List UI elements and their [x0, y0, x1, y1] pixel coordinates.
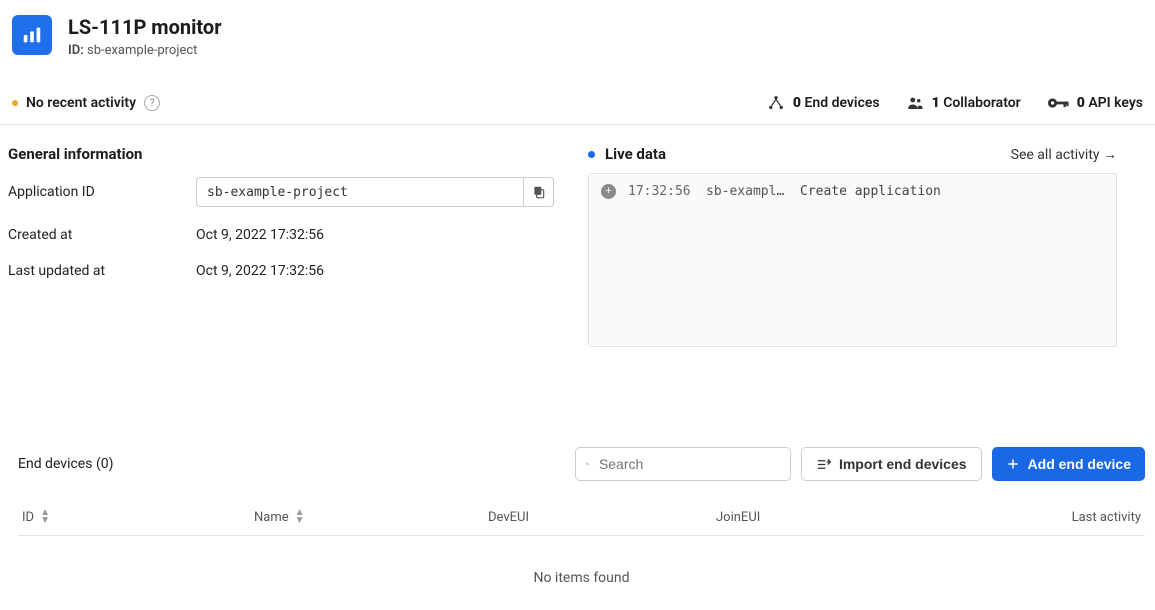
search-icon: [586, 456, 589, 472]
import-icon: [816, 457, 831, 472]
column-name[interactable]: Name ▲▼: [254, 509, 488, 525]
column-deveui[interactable]: DevEUI: [488, 510, 716, 525]
people-icon: [906, 94, 924, 112]
app-id-label: Application ID: [8, 184, 196, 200]
see-all-activity-link[interactable]: See all activity →: [1011, 146, 1117, 163]
app-header: LS-111P monitor ID: sb-example-project: [0, 0, 1155, 66]
general-info-panel: General information Application ID Creat…: [8, 145, 558, 347]
activity-status-text: No recent activity: [26, 95, 136, 111]
end-devices-title: End devices (0): [18, 456, 113, 472]
page-title: LS-111P monitor: [68, 15, 222, 39]
import-devices-button[interactable]: Import end devices: [801, 447, 982, 481]
empty-state-text: No items found: [18, 536, 1145, 586]
sort-icon: ▲▼: [295, 509, 305, 525]
sort-icon: ▲▼: [40, 509, 50, 525]
copy-button[interactable]: [523, 178, 553, 206]
updated-at-label: Last updated at: [8, 263, 196, 279]
live-data-title: Live data: [605, 145, 666, 163]
help-icon[interactable]: ?: [144, 95, 160, 111]
key-icon: [1047, 95, 1069, 111]
column-joineui[interactable]: JoinEUI: [716, 510, 1031, 525]
collaborators-stat[interactable]: 1 Collaborator: [906, 94, 1021, 112]
live-dot-icon: [588, 151, 595, 158]
updated-at-value: Oct 9, 2022 17:32:56: [196, 263, 324, 279]
live-event-row[interactable]: + 17:32:56 sb-example… Create applicatio…: [601, 184, 1104, 199]
devices-table-header: ID ▲▼ Name ▲▼ DevEUI JoinEUI Last activi…: [18, 499, 1145, 536]
search-input-container: [575, 447, 791, 481]
column-id[interactable]: ID ▲▼: [22, 509, 254, 525]
live-data-panel: Live data See all activity → + 17:32:56 …: [588, 145, 1155, 347]
live-data-box: + 17:32:56 sb-example… Create applicatio…: [588, 173, 1117, 347]
status-dot-icon: [12, 100, 18, 106]
app-id-field[interactable]: [197, 185, 523, 200]
plus-icon: [1006, 457, 1020, 471]
api-keys-stat[interactable]: 0 API keys: [1047, 95, 1143, 111]
end-devices-stat[interactable]: 0 End devices: [767, 94, 880, 112]
plus-circle-icon: +: [601, 184, 616, 199]
created-at-value: Oct 9, 2022 17:32:56: [196, 227, 324, 243]
created-at-label: Created at: [8, 227, 196, 243]
status-bar: No recent activity ? 0 End devices 1 Col…: [0, 84, 1155, 125]
app-id-row: ID: sb-example-project: [68, 43, 222, 58]
live-event-message: Create application: [800, 184, 941, 199]
app-icon: [12, 15, 52, 55]
general-info-title: General information: [8, 145, 558, 163]
live-event-time: 17:32:56: [628, 184, 694, 199]
end-devices-section: End devices (0) Import end devices Add e…: [0, 347, 1155, 586]
app-id-box: [196, 177, 554, 207]
live-event-source: sb-example…: [706, 184, 788, 199]
add-device-button[interactable]: Add end device: [992, 447, 1145, 481]
hub-icon: [767, 94, 785, 112]
search-input[interactable]: [599, 456, 780, 472]
copy-icon: [532, 185, 546, 199]
column-last-activity[interactable]: Last activity: [1031, 510, 1141, 525]
